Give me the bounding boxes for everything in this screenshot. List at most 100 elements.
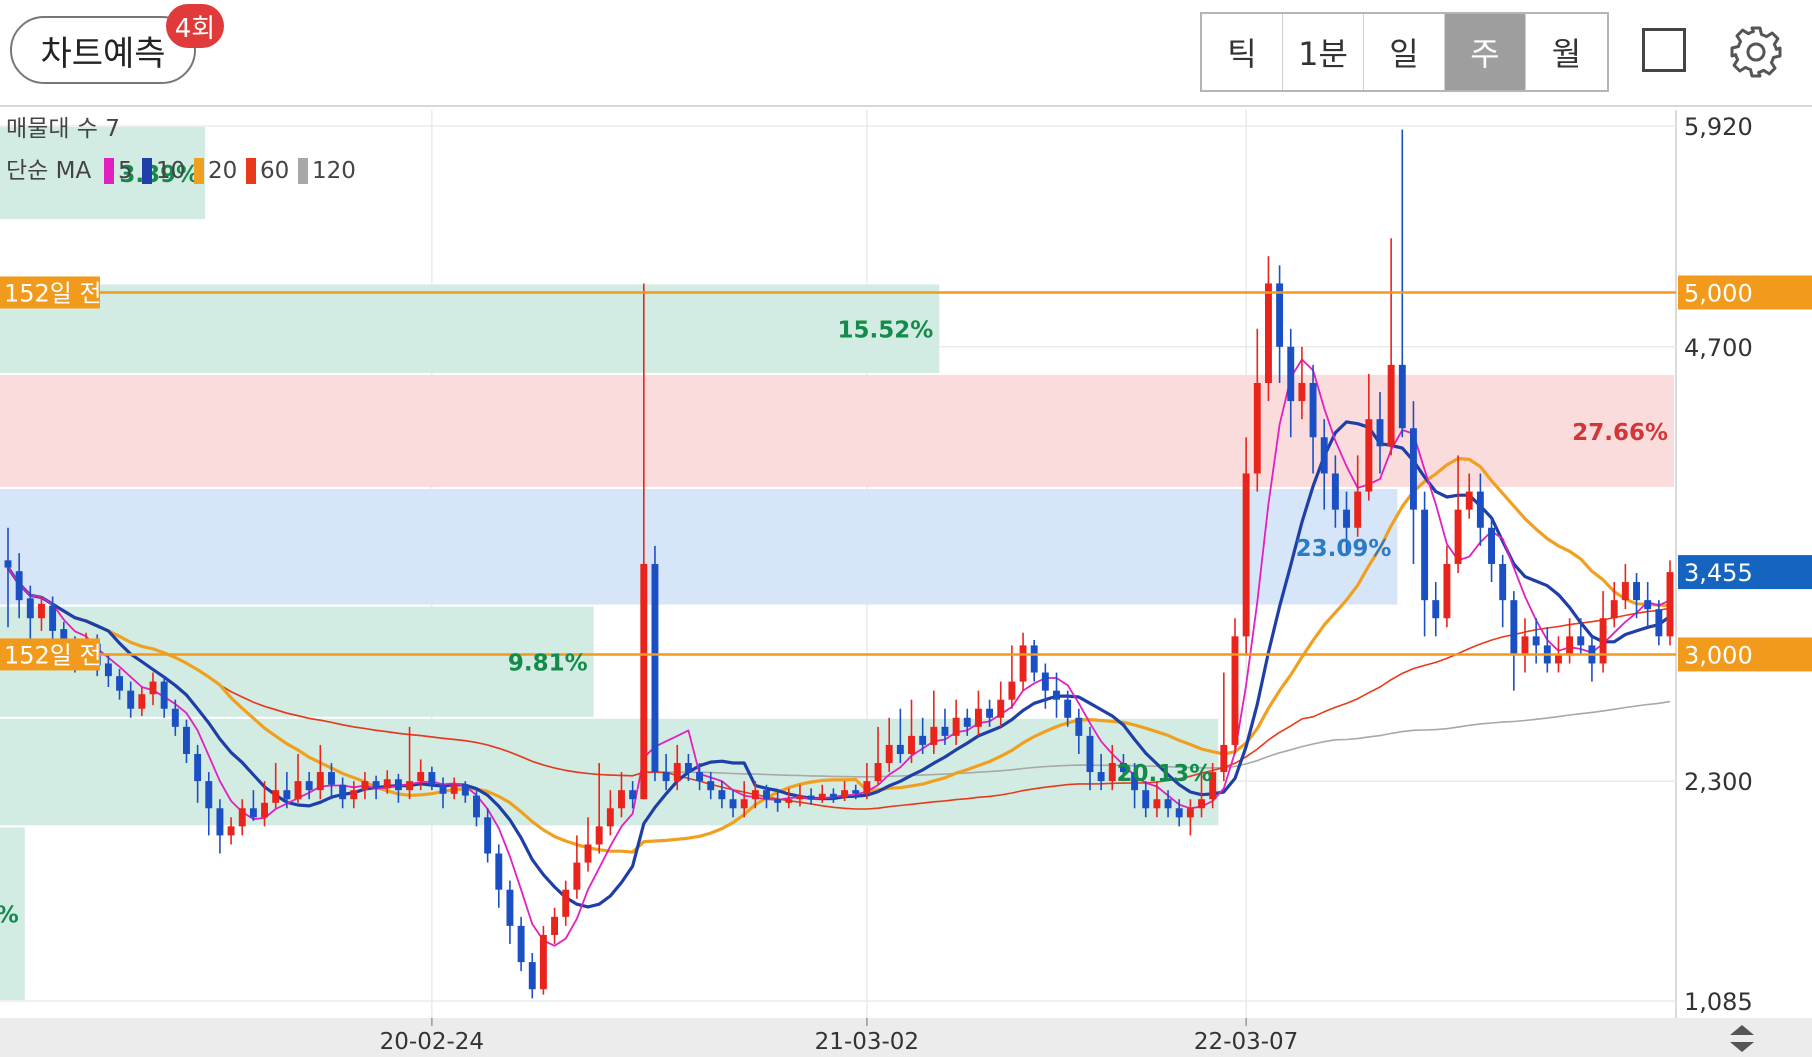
candle-body: [1008, 681, 1016, 700]
candle-body: [305, 781, 313, 791]
ma-swatch: [298, 158, 308, 184]
candle-body: [1610, 600, 1618, 619]
candle-body: [551, 916, 559, 935]
candle-body: [807, 795, 815, 800]
candle-body: [974, 708, 982, 727]
candle-body: [584, 844, 592, 863]
candle-body: [1231, 636, 1239, 745]
candle-body: [539, 934, 547, 990]
candle-body: [1153, 799, 1161, 809]
price-line-right-label: 5,000: [1684, 279, 1753, 307]
candle-body: [149, 681, 157, 695]
candle-body: [662, 772, 670, 782]
candle-body: [1053, 690, 1060, 700]
candle-body: [138, 694, 146, 709]
candle-body: [1220, 744, 1228, 773]
candle: [1666, 560, 1674, 646]
candle-body: [707, 781, 715, 791]
candle-body: [406, 781, 414, 791]
y-tick-label: 1,085: [1684, 988, 1753, 1016]
candle-body: [829, 793, 837, 798]
candle-body: [908, 735, 915, 754]
candle-body: [294, 781, 302, 800]
candle-body: [1666, 572, 1674, 637]
candle-body: [718, 790, 726, 800]
candle-body: [205, 781, 213, 809]
candle-body: [919, 735, 927, 745]
candle-body: [394, 779, 402, 791]
candle-body: [238, 808, 246, 827]
candle-body: [1443, 563, 1451, 619]
candle-body: [1164, 799, 1172, 809]
candle-body: [171, 708, 179, 727]
candle-body: [1309, 382, 1317, 438]
candle-body: [1476, 491, 1484, 528]
current-price-label: 3,455: [1684, 559, 1753, 587]
candle-body: [1298, 382, 1306, 402]
candle-body: [774, 799, 782, 803]
x-tick-label: 22-03-07: [1194, 1029, 1298, 1055]
candle-body: [997, 699, 1005, 718]
candle-body: [751, 790, 759, 800]
candle-body: [1554, 654, 1562, 664]
candle-body: [439, 784, 447, 794]
candle-body: [26, 598, 34, 619]
candle-body: [216, 808, 224, 836]
candle-body: [116, 676, 124, 691]
candle-body: [941, 726, 949, 736]
candle-body: [283, 790, 291, 800]
indicator-label: 매물대 수 7: [6, 116, 120, 142]
candle-body: [874, 763, 882, 782]
candle-body: [372, 781, 380, 789]
candle-body: [1499, 563, 1507, 601]
candle-body: [763, 790, 770, 800]
candle-body: [696, 772, 704, 782]
candle-body: [562, 889, 570, 917]
candle-body: [1387, 364, 1395, 447]
candle-body: [1064, 699, 1072, 718]
candle-body: [818, 793, 826, 800]
candle-body: [606, 808, 614, 827]
candle-body: [1409, 428, 1417, 510]
ma-swatch: [104, 158, 114, 184]
candle-body: [261, 802, 269, 818]
candle-body: [1175, 808, 1183, 818]
candle-body: [383, 779, 391, 789]
candle-body: [573, 862, 581, 890]
price-chart[interactable]: 152일 전 5,000152일 전 3,0003,455 3.39%15.52%2…: [0, 0, 1812, 1057]
candle-body: [1242, 473, 1250, 637]
ma-label: 단순 MA: [6, 158, 91, 184]
candle-body: [896, 744, 904, 754]
y-tick-label: 4,700: [1684, 334, 1753, 362]
candle-body: [852, 790, 860, 794]
ma-swatch: [246, 158, 256, 184]
candle-body: [1041, 672, 1049, 691]
candle-body: [1633, 582, 1640, 601]
candle-body: [841, 790, 849, 798]
candle-body: [740, 799, 748, 809]
candle-body: [328, 772, 335, 785]
candle-body: [885, 744, 893, 764]
candle-body: [1331, 473, 1339, 510]
candle-body: [1354, 491, 1362, 528]
candle-body: [339, 784, 347, 800]
volume-profile-label: 27.66%: [1572, 420, 1668, 446]
candle-body: [1253, 382, 1261, 474]
candle-body: [629, 790, 637, 800]
candle-body: [15, 571, 23, 601]
candle-body: [1421, 509, 1429, 601]
candle-body: [1198, 799, 1205, 809]
ma-period-label: 5: [118, 158, 133, 184]
candle-body: [1097, 772, 1105, 782]
candle-body: [450, 784, 458, 794]
ma-period-label: 10: [156, 158, 185, 184]
candle-body: [1398, 364, 1406, 429]
candle-body: [1108, 763, 1116, 782]
candle-body: [127, 690, 135, 709]
candle-body: [227, 826, 235, 836]
candle-body: [1566, 636, 1574, 655]
candle-body: [1019, 645, 1027, 682]
candle-body: [673, 763, 681, 782]
volume-profile-label: 15.52%: [837, 318, 933, 344]
candle-body: [1343, 509, 1350, 528]
